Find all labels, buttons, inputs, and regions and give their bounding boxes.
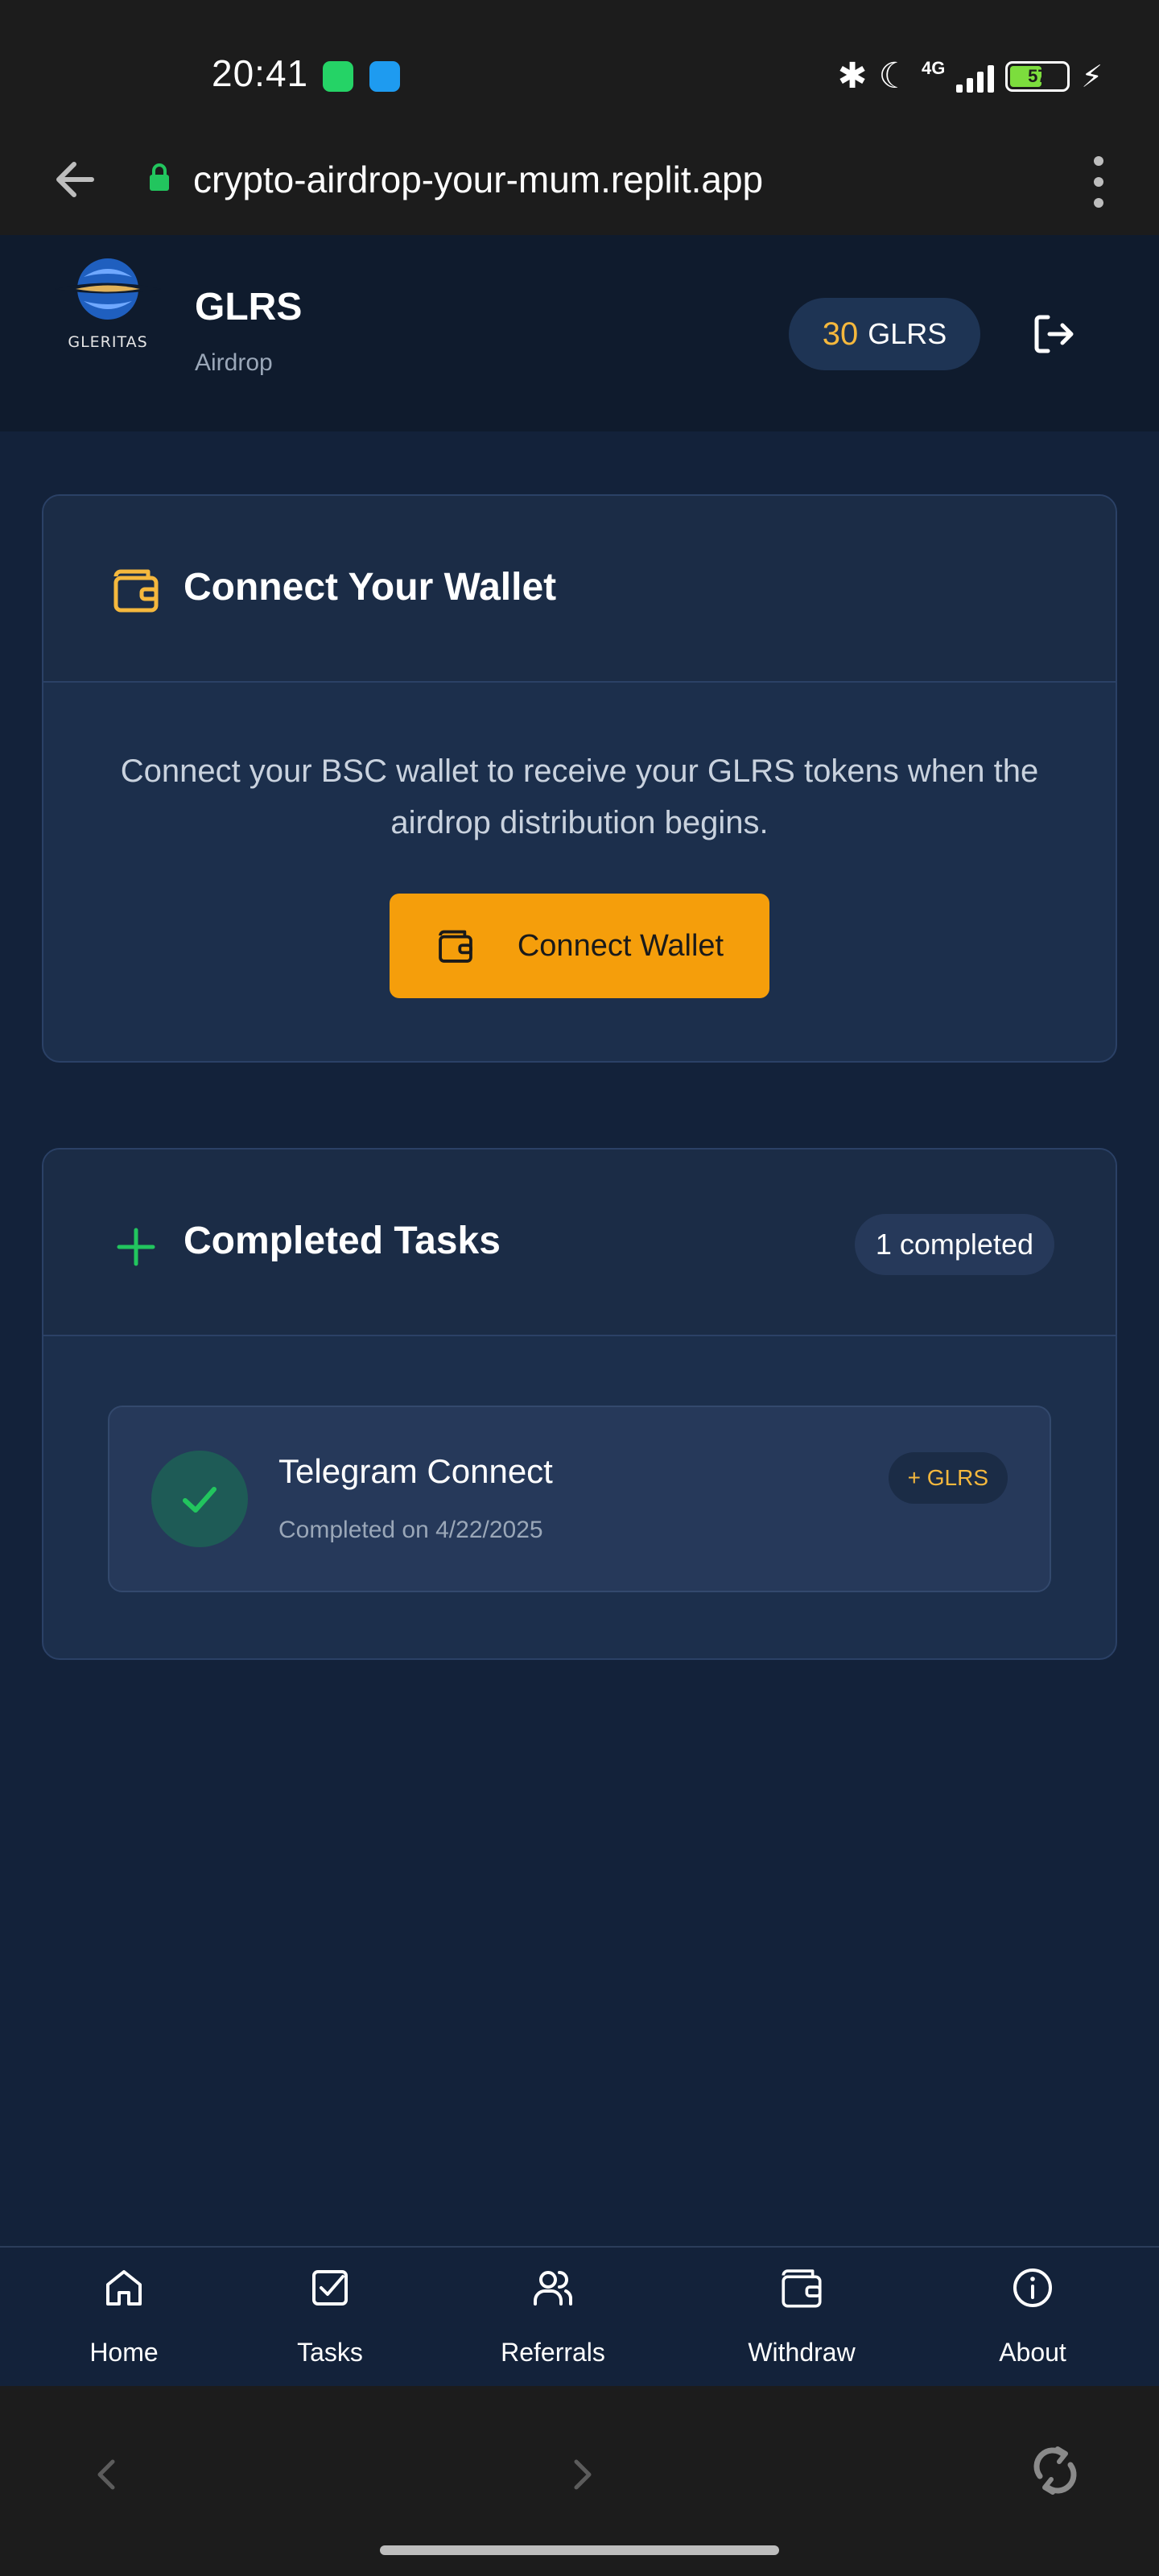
battery-level: 57: [1028, 66, 1048, 86]
browser-back-icon[interactable]: [89, 2452, 126, 2497]
whatsapp-icon: [323, 61, 353, 92]
nav-label: Home: [89, 2338, 159, 2367]
tasks-card-title: Completed Tasks: [184, 1220, 501, 1262]
check-icon: [151, 1451, 248, 1547]
gleritas-logo: GLERITAS: [52, 253, 164, 357]
nav-about[interactable]: About: [982, 2248, 1083, 2388]
bluetooth-icon: ✱: [837, 56, 868, 96]
signal-icon: [956, 60, 995, 93]
wallet-description: Connect your BSC wallet to receive your …: [120, 753, 1039, 840]
wallet-icon: [439, 930, 472, 963]
plus-icon: [117, 1228, 155, 1266]
balance-amount: 30: [822, 316, 859, 352]
info-icon: [1013, 2268, 1052, 2307]
balance-unit: GLRS: [868, 317, 947, 350]
nav-label: Tasks: [297, 2338, 363, 2367]
task-item[interactable]: Telegram Connect Completed on 4/22/2025 …: [108, 1406, 1051, 1592]
refresh-icon[interactable]: [1029, 2442, 1082, 2499]
home-indicator[interactable]: [380, 2545, 779, 2555]
moon-icon: ☾: [878, 56, 910, 96]
nav-withdraw[interactable]: Withdraw: [729, 2248, 874, 2388]
card-header: Completed Tasks 1 completed: [43, 1150, 1116, 1336]
status-bar: 20:41 ✱ ☾ 4G 57 ⚡: [0, 0, 1159, 129]
reward-badge: + GLRS: [888, 1452, 1008, 1504]
wallet-card-title: Connect Your Wallet: [184, 566, 557, 609]
referrals-icon: [534, 2271, 572, 2306]
messages-icon: [369, 61, 400, 92]
nav-label: Withdraw: [748, 2338, 856, 2367]
completed-count-badge: 1 completed: [854, 1214, 1054, 1275]
wallet-icon: [113, 569, 159, 613]
bottom-nav: Home Tasks Referrals Withdraw About: [0, 2246, 1159, 2386]
status-time: 20:41: [212, 52, 309, 94]
completed-tasks-card: Completed Tasks 1 completed Telegram Con…: [42, 1148, 1117, 1660]
logout-icon[interactable]: [1029, 309, 1079, 359]
nav-label: Referrals: [501, 2338, 605, 2367]
browser-toolbar: crypto-airdrop-your-mum.replit.app: [0, 129, 1159, 235]
connect-wallet-card: Connect Your Wallet Connect your BSC wal…: [42, 494, 1117, 1063]
connect-wallet-label: Connect Wallet: [517, 928, 724, 963]
nav-tasks[interactable]: Tasks: [282, 2248, 378, 2388]
nav-label: About: [999, 2338, 1066, 2367]
tasks-icon: [312, 2270, 348, 2306]
browser-forward-icon[interactable]: [563, 2452, 600, 2497]
brand-subtitle: Airdrop: [195, 349, 273, 376]
balance-badge: 30 GLRS: [789, 298, 980, 370]
charging-icon: ⚡: [1081, 60, 1103, 94]
network-type: 4G: [921, 58, 946, 78]
system-nav-bar: [0, 2386, 1159, 2576]
battery-icon: 57: [1005, 61, 1070, 92]
logo-text: GLERITAS: [68, 333, 148, 351]
back-arrow-icon[interactable]: [47, 151, 103, 208]
card-header: Connect Your Wallet: [43, 496, 1116, 683]
home-icon: [106, 2270, 142, 2306]
nav-referrals[interactable]: Referrals: [483, 2248, 623, 2388]
more-menu-icon[interactable]: [1070, 150, 1127, 214]
nav-home[interactable]: Home: [76, 2248, 172, 2388]
logo-emblem: [55, 258, 161, 320]
wallet-icon: [782, 2269, 822, 2308]
status-icons: ✱ ☾ 4G 57 ⚡: [838, 56, 1103, 97]
brand-title: GLRS: [195, 286, 303, 328]
lock-icon: [150, 163, 169, 191]
address-bar-url[interactable]: crypto-airdrop-your-mum.replit.app: [193, 151, 763, 208]
task-name: Telegram Connect: [278, 1452, 553, 1490]
app-header: GLERITAS GLRS Airdrop 30 GLRS: [0, 235, 1159, 431]
task-date: Completed on 4/22/2025: [278, 1517, 543, 1543]
connect-wallet-button[interactable]: Connect Wallet: [390, 894, 769, 998]
